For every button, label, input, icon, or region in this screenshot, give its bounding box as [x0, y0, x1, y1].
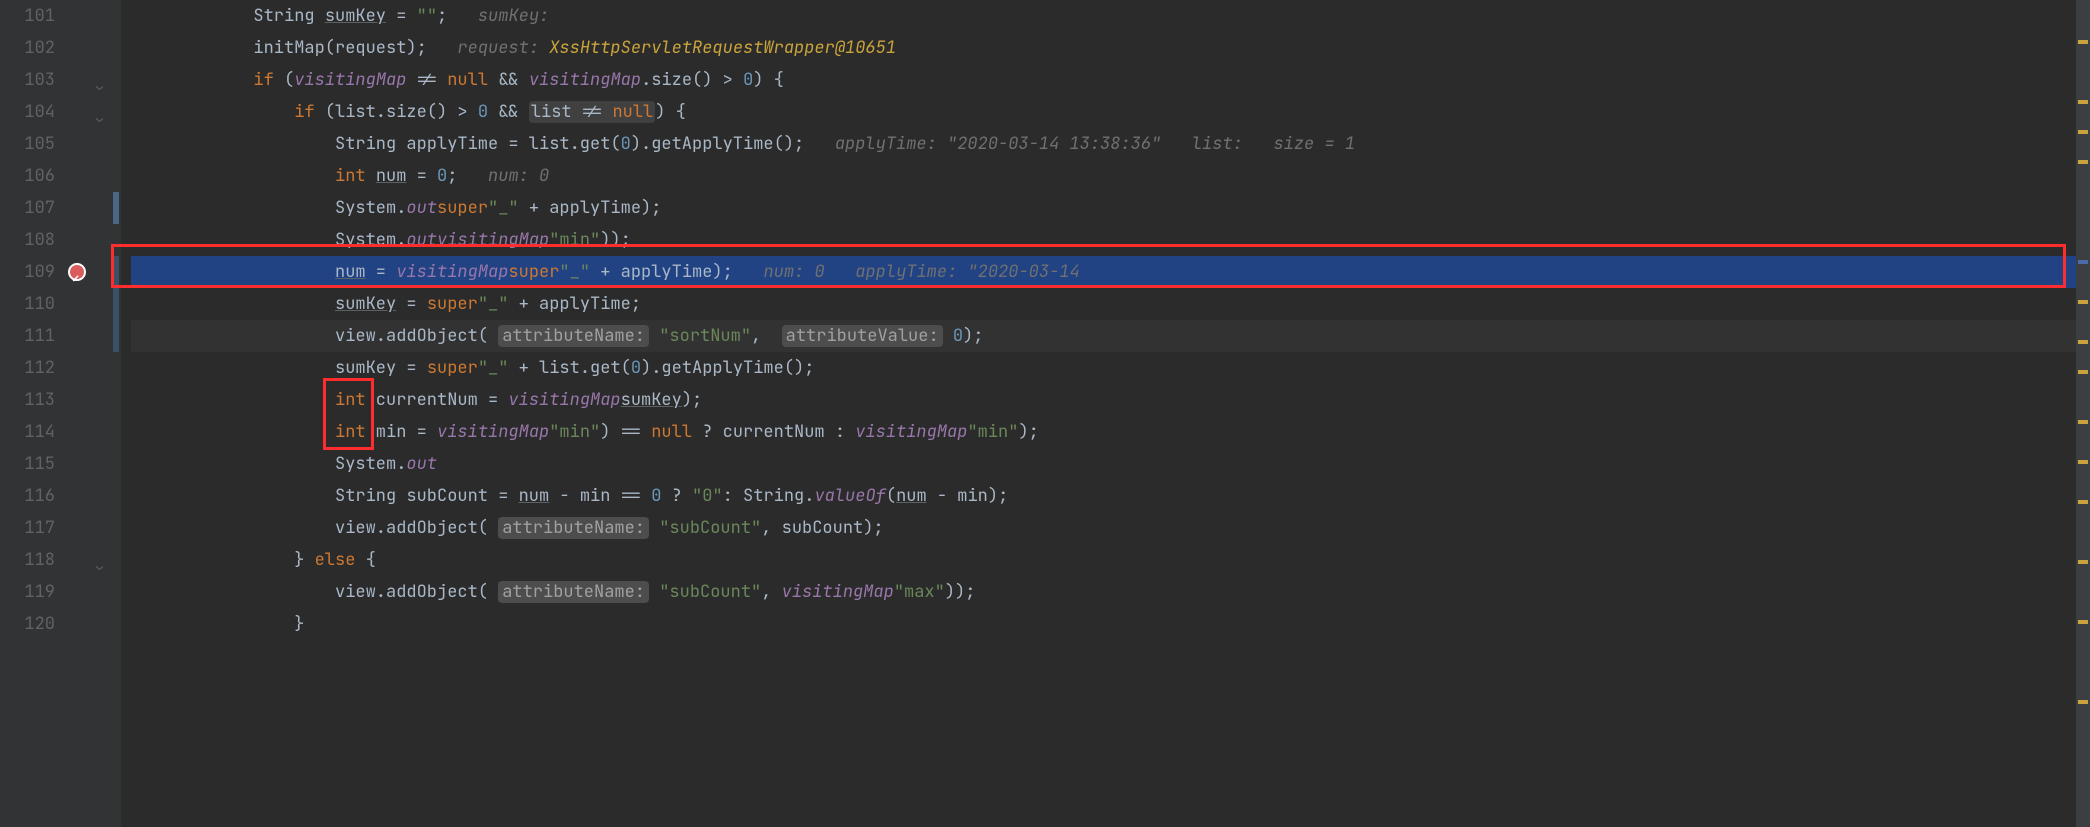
- line-number: 102: [0, 32, 55, 64]
- warning-marker[interactable]: [2078, 160, 2088, 164]
- line-number: 114: [0, 416, 55, 448]
- code-line[interactable]: view.addObject( attributeName: "sortNum"…: [131, 320, 2076, 352]
- code-area[interactable]: String sumKey = ""; sumKey: initMap(requ…: [121, 0, 2076, 827]
- line-number: 101: [0, 0, 55, 32]
- warning-marker[interactable]: [2078, 300, 2088, 304]
- code-line[interactable]: if (visitingMap != null && visitingMap.s…: [131, 64, 2076, 96]
- warning-marker[interactable]: [2078, 130, 2088, 134]
- line-number: 106: [0, 160, 55, 192]
- line-number: 111: [0, 320, 55, 352]
- warning-marker[interactable]: [2078, 460, 2088, 464]
- warning-marker[interactable]: [2078, 500, 2088, 504]
- line-number: 108: [0, 224, 55, 256]
- line-number: 120: [0, 608, 55, 640]
- code-line[interactable]: }: [131, 608, 2076, 640]
- fold-marker-icon[interactable]: ⌄: [96, 70, 103, 102]
- vcs-changed-marker: [113, 192, 119, 224]
- code-line-execution[interactable]: num = visitingMapsuper"_" + applyTime); …: [131, 256, 2076, 288]
- line-number: 105: [0, 128, 55, 160]
- parameter-hint-chip: attributeName:: [498, 581, 649, 603]
- line-number: 112: [0, 352, 55, 384]
- warning-marker[interactable]: [2078, 700, 2088, 704]
- code-line[interactable]: System.outsuper"_" + applyTime);: [131, 192, 2076, 224]
- line-number-gutter: 101 102 103 104 105 106 107 108 109 110 …: [0, 0, 63, 827]
- code-line[interactable]: System.out: [131, 448, 2076, 480]
- warning-marker[interactable]: [2078, 560, 2088, 564]
- line-number: 104: [0, 96, 55, 128]
- line-number: 113: [0, 384, 55, 416]
- fold-gutter[interactable]: ⌄ ⌄ ⌄: [93, 0, 113, 827]
- line-number: 118: [0, 544, 55, 576]
- code-line[interactable]: int min = visitingMap"min") == null ? cu…: [131, 416, 2076, 448]
- code-line[interactable]: int num = 0; num: 0: [131, 160, 2076, 192]
- code-line[interactable]: String subCount = num - min == 0 ? "0": …: [131, 480, 2076, 512]
- warning-marker[interactable]: [2078, 420, 2088, 424]
- warning-marker[interactable]: [2078, 260, 2088, 264]
- breakpoint-icon[interactable]: [68, 263, 86, 281]
- line-number: 116: [0, 480, 55, 512]
- fold-marker-icon[interactable]: ⌄: [96, 102, 103, 134]
- code-line[interactable]: sumKey = super"_" + applyTime;: [131, 288, 2076, 320]
- line-number: 109: [0, 256, 55, 288]
- warning-marker[interactable]: [2078, 100, 2088, 104]
- error-stripe[interactable]: [2076, 0, 2090, 827]
- warning-marker[interactable]: [2078, 40, 2088, 44]
- code-line[interactable]: int currentNum = visitingMapsumKey);: [131, 384, 2076, 416]
- parameter-hint-chip: attributeValue:: [782, 325, 943, 347]
- code-line[interactable]: view.addObject( attributeName: "subCount…: [131, 576, 2076, 608]
- fold-marker-icon[interactable]: ⌄: [96, 550, 103, 582]
- code-line[interactable]: System.outvisitingMap"min"));: [131, 224, 2076, 256]
- code-line[interactable]: } else {: [131, 544, 2076, 576]
- line-number: 117: [0, 512, 55, 544]
- code-line[interactable]: String applyTime = list.get(0).getApplyT…: [131, 128, 2076, 160]
- vcs-gutter: [113, 0, 121, 827]
- warning-marker[interactable]: [2078, 620, 2088, 624]
- parameter-hint-chip: attributeName:: [498, 517, 649, 539]
- code-editor[interactable]: 101 102 103 104 105 106 107 108 109 110 …: [0, 0, 2090, 827]
- code-line[interactable]: view.addObject( attributeName: "subCount…: [131, 512, 2076, 544]
- line-number: 107: [0, 192, 55, 224]
- line-number: 110: [0, 288, 55, 320]
- warning-marker[interactable]: [2078, 340, 2088, 344]
- gutter-icons[interactable]: [63, 0, 93, 827]
- code-line[interactable]: initMap(request); request: XssHttpServle…: [131, 32, 2076, 64]
- code-line[interactable]: if (list.size() > 0 && list != null) {: [131, 96, 2076, 128]
- vcs-changed-marker: [113, 256, 119, 352]
- line-number: 119: [0, 576, 55, 608]
- line-number: 103: [0, 64, 55, 96]
- parameter-hint-chip: attributeName:: [498, 325, 649, 347]
- code-line[interactable]: String sumKey = ""; sumKey:: [131, 0, 2076, 32]
- code-line[interactable]: sumKey = super"_" + list.get(0).getApply…: [131, 352, 2076, 384]
- line-number: 115: [0, 448, 55, 480]
- warning-marker[interactable]: [2078, 370, 2088, 374]
